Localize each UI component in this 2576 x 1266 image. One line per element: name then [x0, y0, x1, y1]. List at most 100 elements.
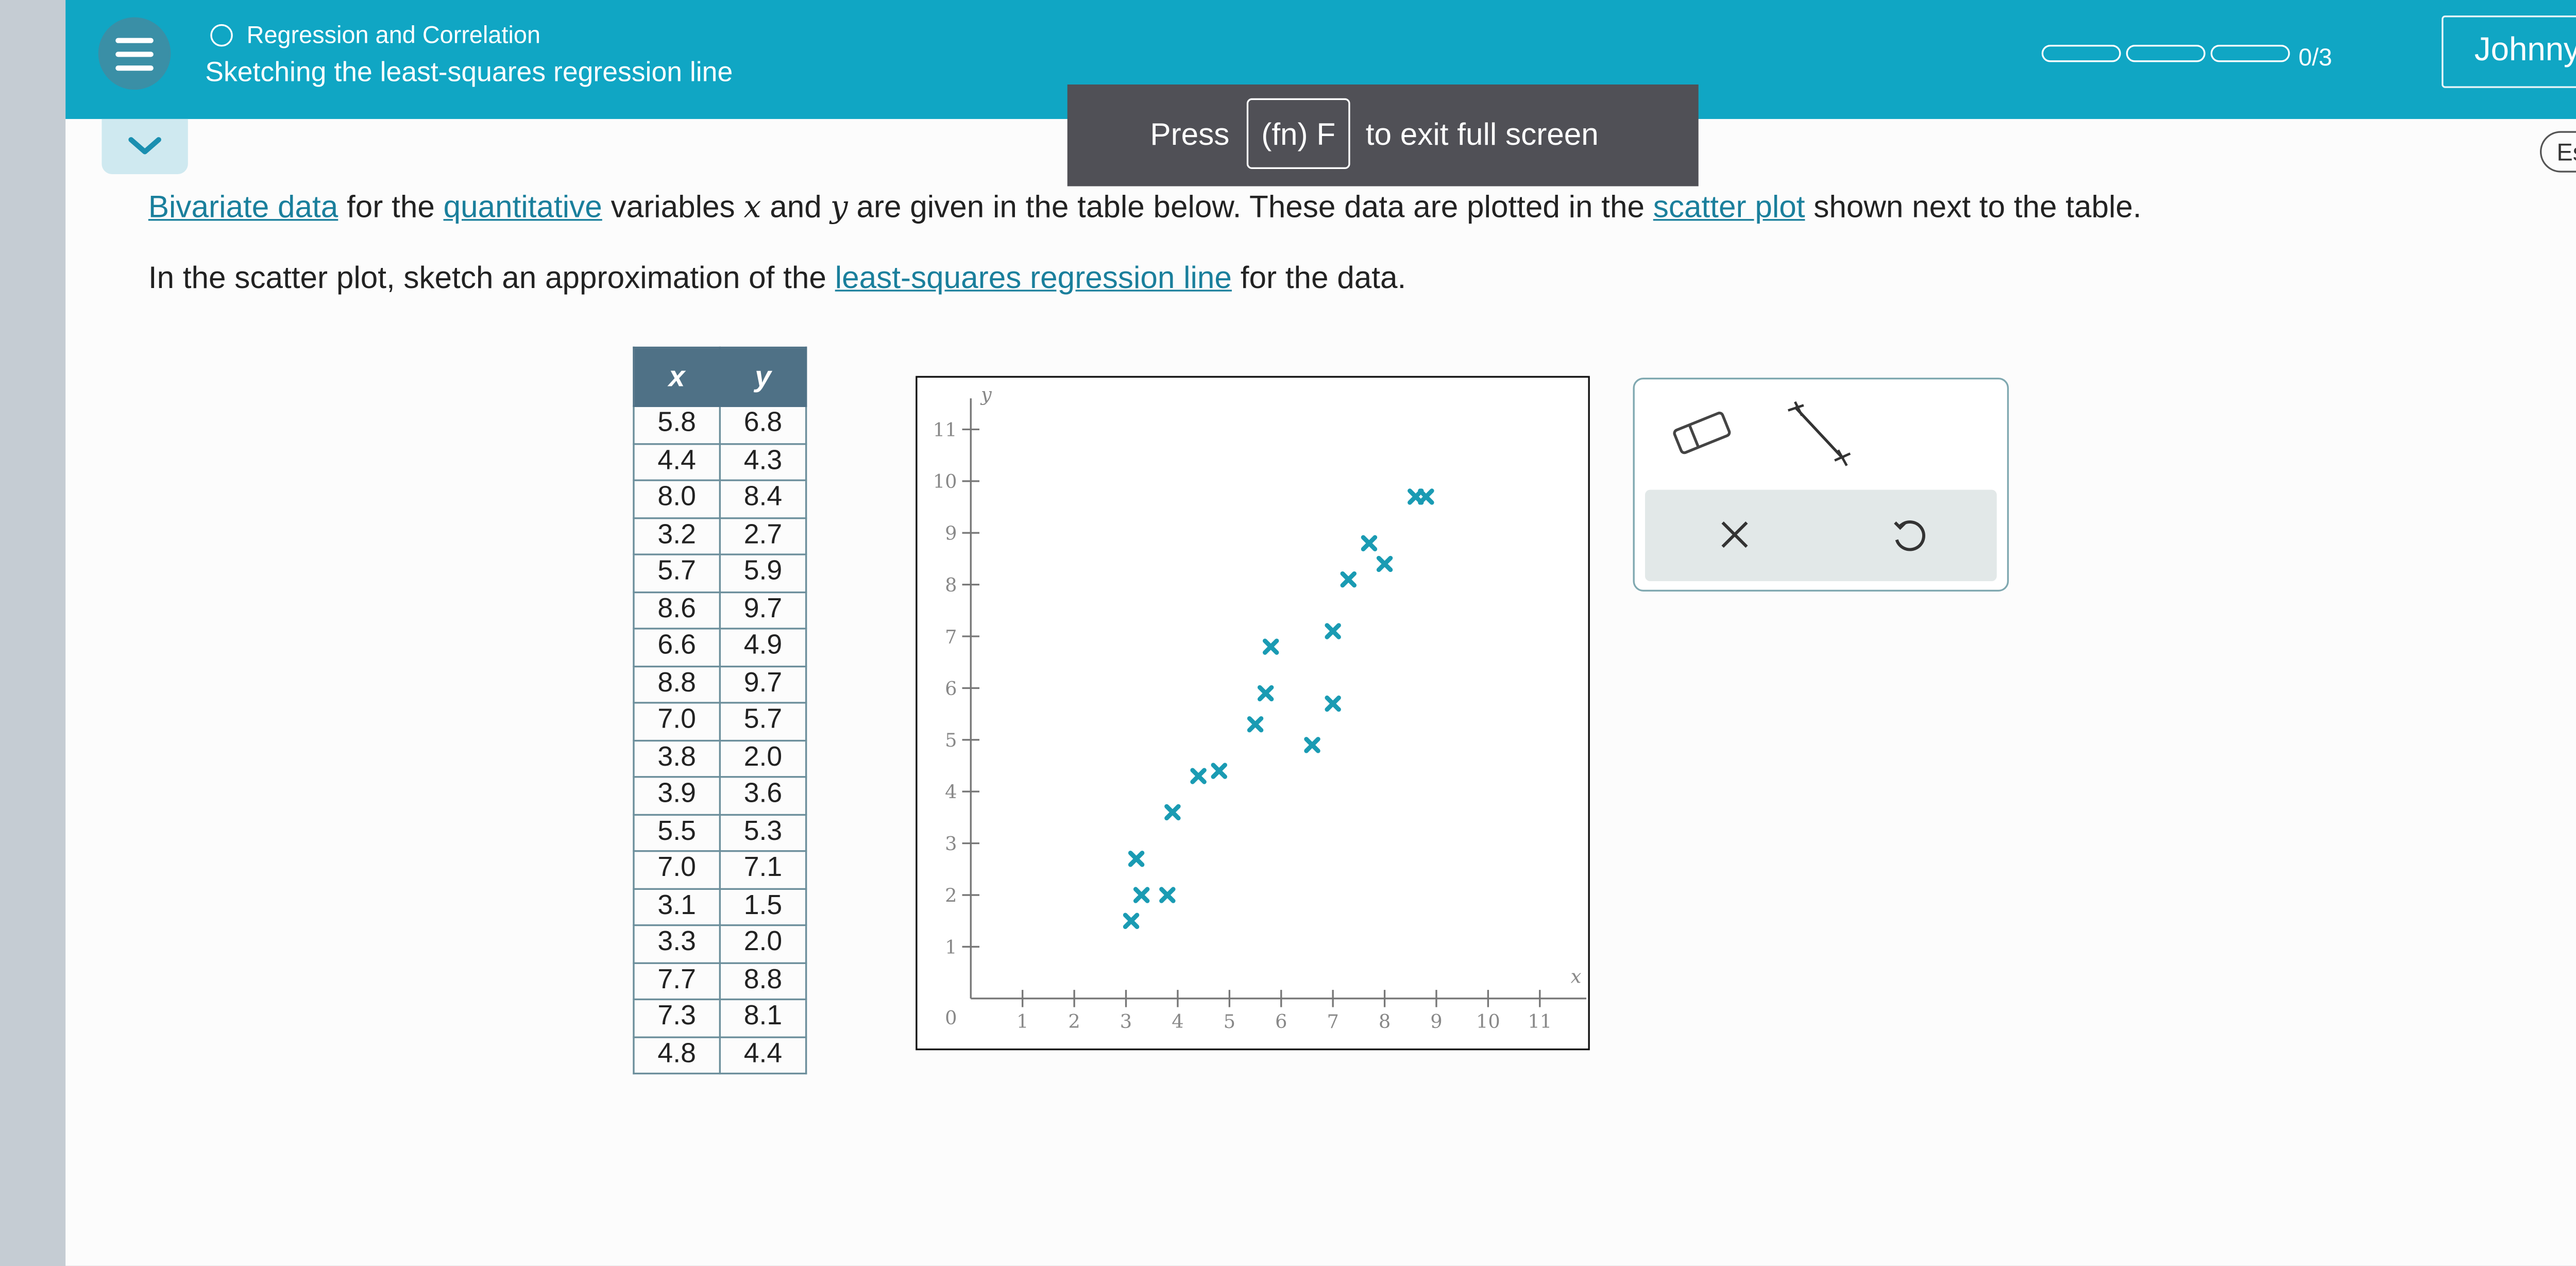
data-point	[1159, 887, 1176, 903]
data-point	[1133, 887, 1150, 903]
cell-y: 2.7	[719, 516, 807, 555]
cell-x: 3.1	[633, 887, 721, 926]
cell-x: 8.0	[633, 479, 721, 518]
x-tick-label: 1	[1016, 1010, 1028, 1033]
cell-x: 4.4	[633, 442, 721, 481]
table-row: 7.0 5.7	[633, 702, 807, 741]
data-point	[1262, 638, 1279, 655]
table-row: 8.0 8.4	[633, 479, 807, 518]
undo-icon[interactable]	[1890, 517, 1928, 555]
data-point	[1190, 768, 1207, 784]
cell-y: 5.9	[719, 553, 807, 593]
data-point	[1257, 685, 1274, 702]
fullscreen-banner: Press (fn) F to exit full screen	[1067, 84, 1699, 187]
cell-x: 3.2	[633, 516, 721, 555]
topic-circle-icon	[210, 24, 233, 47]
cell-x: 8.6	[633, 590, 721, 630]
scatter-plot[interactable]: 1 2 3 4 5 6 7 8 9 10 11 1 2 3 4 5 6 7 8 9 10 11 0 x y	[916, 376, 1590, 1051]
cell-y: 4.9	[719, 628, 807, 667]
cell-x: 4.8	[633, 1035, 721, 1075]
user-menu-button[interactable]: Johnny	[2442, 15, 2576, 88]
cell-y: 3.6	[719, 776, 807, 815]
y-tick-label: 8	[945, 574, 957, 596]
data-point	[1123, 913, 1140, 929]
fullscreen-exit-text: to exit full screen	[1365, 117, 1599, 152]
table-row: 4.4 4.3	[633, 442, 807, 481]
y-tick-label: 5	[945, 729, 957, 751]
link-quantitative[interactable]: quantitative	[444, 190, 602, 224]
table-row: 8.6 9.7	[633, 590, 807, 630]
menu-button[interactable]	[98, 17, 171, 90]
cell-x: 8.8	[633, 665, 721, 704]
progress-label: 0/3	[2298, 43, 2332, 71]
cell-y: 9.7	[719, 590, 807, 630]
page: Regression and Correlation Sketching the…	[0, 0, 2576, 1266]
table-row: 8.8 9.7	[633, 665, 807, 704]
collapse-toggle-button[interactable]	[101, 119, 188, 175]
line-tool-icon[interactable]	[1786, 400, 1852, 469]
fullscreen-key: (fn) F	[1246, 98, 1350, 169]
table-row: 7.0 7.1	[633, 850, 807, 889]
link-bivariate-data[interactable]: Bivariate data	[148, 190, 338, 224]
cell-y: 8.1	[719, 998, 807, 1038]
cell-y: 1.5	[719, 887, 807, 926]
table-row: 3.1 1.5	[633, 887, 807, 926]
data-point	[1325, 695, 1341, 712]
y-tick-label: 3	[945, 833, 957, 855]
cell-x: 5.7	[633, 553, 721, 593]
progress-segment	[2126, 45, 2206, 62]
plot-points	[1123, 488, 1434, 929]
table-body: 5.8 6.8 4.4 4.3 8.0 8.4 3.2 2.7 5.7 5.9 8.6 9.7 6.6 4…	[633, 405, 807, 1075]
data-point	[1340, 571, 1357, 588]
hamburger-icon	[115, 38, 154, 42]
table-row: 3.2 2.7	[633, 516, 807, 555]
column-header-x: x	[633, 346, 721, 407]
chevron-down-icon	[128, 137, 161, 155]
data-point	[1325, 623, 1341, 639]
var-y: y	[830, 190, 848, 226]
eraser-icon[interactable]	[1669, 406, 1735, 461]
data-table: x y 5.8 6.8 4.4 4.3 8.0 8.4 3.2 2.7 5.7 5.9 8.6 9.7…	[633, 346, 807, 1075]
data-point	[1247, 716, 1264, 733]
cell-x: 3.9	[633, 776, 721, 815]
cell-x: 7.7	[633, 961, 721, 1001]
data-point	[1376, 555, 1393, 572]
clear-icon[interactable]	[1718, 517, 1752, 552]
var-x: x	[743, 190, 761, 226]
cell-y: 4.4	[719, 1035, 807, 1075]
y-tick-label: 2	[945, 884, 957, 906]
cell-y: 7.1	[719, 850, 807, 889]
progress-segment	[2041, 45, 2121, 62]
cell-x: 5.5	[633, 813, 721, 852]
x-tick-label: 3	[1120, 1010, 1132, 1033]
plot-axes: 1 2 3 4 5 6 7 8 9 10 1112345678910110xy	[933, 383, 1587, 1033]
table-row: 7.3 8.1	[633, 998, 807, 1038]
table-row: 3.8 2.0	[633, 739, 807, 778]
x-tick-label: 4	[1172, 1010, 1183, 1033]
origin-label: 0	[945, 1007, 957, 1029]
data-point	[1361, 535, 1378, 552]
progress-segment	[2210, 45, 2290, 62]
link-scatter-plot[interactable]: scatter plot	[1653, 190, 1805, 224]
scatter-plot-svg[interactable]: 1 2 3 4 5 6 7 8 9 10 1112345678910110xy	[918, 378, 1587, 1047]
prompt-line-1: Bivariate data for the quantitative vari…	[148, 190, 2142, 226]
language-button[interactable]: Español	[2539, 131, 2576, 173]
x-tick-label: 11	[1528, 1010, 1552, 1033]
fullscreen-press-text: Press	[1150, 117, 1230, 152]
x-tick-label: 10	[1476, 1010, 1500, 1033]
y-tick-label: 4	[945, 781, 957, 803]
table-row: 4.8 4.4	[633, 1035, 807, 1075]
cell-y: 9.7	[719, 665, 807, 704]
x-tick-label: 7	[1327, 1010, 1338, 1033]
table-header-row: x y	[633, 346, 807, 407]
x-tick-label: 9	[1430, 1010, 1442, 1033]
user-name: Johnny	[2474, 32, 2576, 69]
cell-y: 2.0	[719, 924, 807, 964]
link-least-squares-regression-line[interactable]: least-squares regression line	[835, 260, 1232, 295]
cell-y: 5.7	[719, 702, 807, 741]
x-tick-label: 8	[1379, 1010, 1391, 1033]
x-tick-label: 5	[1224, 1010, 1235, 1033]
table-row: 5.5 5.3	[633, 813, 807, 852]
y-axis-label: y	[980, 383, 992, 406]
data-point	[1304, 737, 1320, 753]
